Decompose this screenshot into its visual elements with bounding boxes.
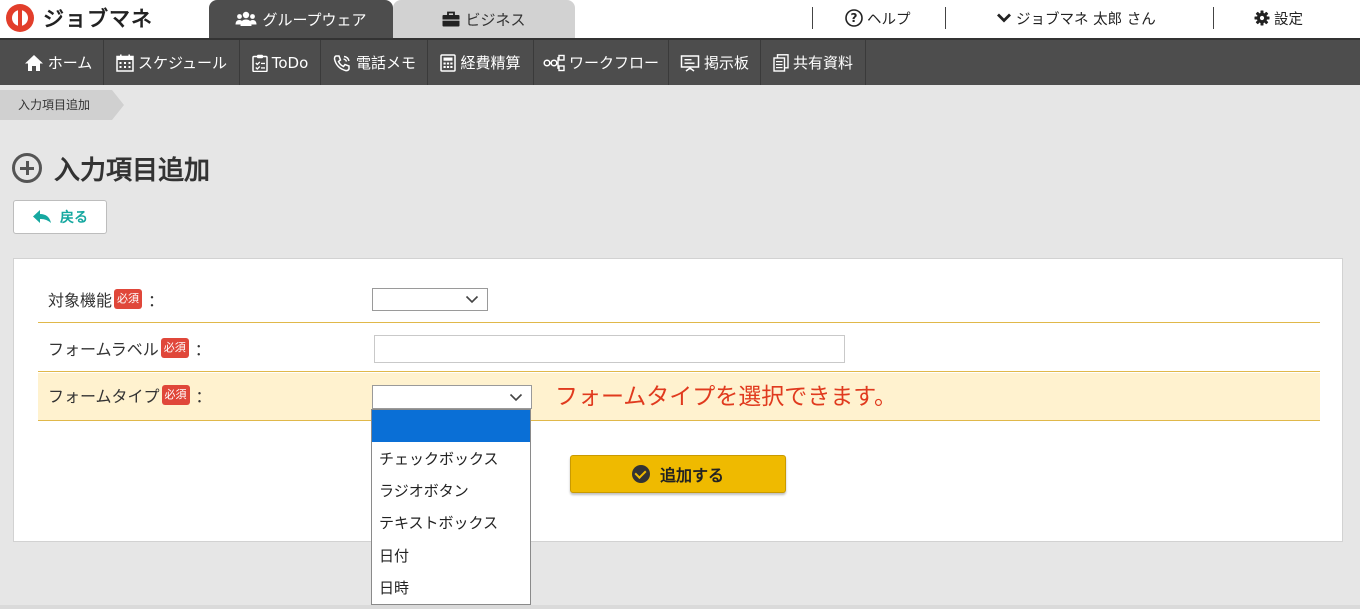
tab-groupware[interactable]: グループウェア xyxy=(209,0,393,38)
svg-text:?: ? xyxy=(851,11,858,25)
required-badge: 必須 xyxy=(160,338,189,358)
form-type-select[interactable] xyxy=(372,385,532,409)
nav-item-label: 電話メモ xyxy=(355,54,416,72)
breadcrumb: 入力項目追加 xyxy=(0,90,124,120)
plus-circle-icon xyxy=(12,153,42,183)
clipboard-icon xyxy=(251,54,268,72)
nav-item-label: 経費精算 xyxy=(460,54,521,72)
colon: ： xyxy=(194,340,211,359)
header-divider xyxy=(812,7,813,29)
form-panel: 対象機能 必須 ： フォームラベル 必須 ： フォームタイプ 必須 ： フォーム… xyxy=(13,258,1343,542)
help-link[interactable]: ? ヘルプ xyxy=(845,0,911,36)
settings-label: 設定 xyxy=(1274,11,1303,28)
phone-icon xyxy=(333,54,350,71)
target-function-select[interactable] xyxy=(372,288,488,311)
nav-item-label: ToDo xyxy=(271,53,309,72)
form-label-input[interactable] xyxy=(374,335,845,363)
field-label-text: フォームラベル xyxy=(48,340,159,359)
nav-item-shared-docs[interactable]: 共有資料 xyxy=(761,40,866,85)
add-button-label: 追加する xyxy=(659,466,724,485)
form-row-form-label: フォームラベル 必須 ： xyxy=(38,324,1320,372)
field-label: フォームラベル 必須 ： xyxy=(48,324,211,372)
documents-icon xyxy=(773,53,789,72)
help-label: ヘルプ xyxy=(867,11,911,28)
user-menu[interactable]: ジョブマネ 太郎 さん xyxy=(996,0,1156,36)
page-title: 入力項目追加 xyxy=(54,155,211,186)
chevron-down-icon xyxy=(997,13,1011,23)
logo-mark-icon xyxy=(6,4,34,32)
back-arrow-icon xyxy=(33,210,51,223)
add-button[interactable]: 追加する xyxy=(570,455,786,493)
tab-business[interactable]: ビジネス xyxy=(393,0,575,38)
field-label-text: 対象機能 xyxy=(48,291,113,310)
briefcase-icon xyxy=(442,11,460,27)
page-bottom-edge xyxy=(0,605,1360,609)
form-row-form-type: フォームタイプ 必須 ： フォームタイプを選択できます。 xyxy=(38,373,1320,421)
nav-item-phone-memo[interactable]: 電話メモ xyxy=(321,40,428,85)
page-heading: 入力項目追加 xyxy=(12,150,210,186)
nav-item-label: スケジュール xyxy=(138,54,227,72)
dropdown-option-checkbox[interactable]: チェックボックス xyxy=(372,442,530,474)
header-divider xyxy=(1213,7,1214,29)
nav-item-label: 掲示板 xyxy=(703,54,749,72)
field-label: 対象機能 必須 ： xyxy=(48,275,164,323)
required-badge: 必須 xyxy=(161,385,190,405)
chevron-down-icon xyxy=(465,295,479,304)
field-label: フォームタイプ 必須 ： xyxy=(48,373,212,417)
calendar-icon xyxy=(116,54,134,72)
dropdown-option-textbox[interactable]: テキストボックス xyxy=(372,507,530,539)
users-icon xyxy=(235,11,257,26)
nav-item-label: ワークフロー xyxy=(568,54,659,72)
nav-item-workflow[interactable]: ワークフロー xyxy=(534,40,669,85)
nav-item-label: ホーム xyxy=(47,54,93,72)
home-icon xyxy=(24,54,43,71)
calculator-icon xyxy=(440,53,457,72)
chevron-down-icon xyxy=(509,393,523,401)
main-nav: ホーム スケジュール ToDo 電話メモ 経費精算 ワークフロー 掲示板 共有資… xyxy=(0,38,1360,85)
header-divider xyxy=(945,7,946,29)
nav-item-schedule[interactable]: スケジュール xyxy=(104,40,240,85)
board-icon xyxy=(680,54,700,72)
nav-item-todo[interactable]: ToDo xyxy=(240,40,321,85)
form-type-hint: フォームタイプを選択できます。 xyxy=(555,384,898,410)
field-label-text: フォームタイプ xyxy=(48,387,160,406)
app-logo[interactable]: ジョブマネ xyxy=(6,3,153,33)
nav-item-expenses[interactable]: 経費精算 xyxy=(428,40,534,85)
logo-text: ジョブマネ xyxy=(43,7,153,31)
required-badge: 必須 xyxy=(114,289,143,309)
colon: ： xyxy=(148,291,165,310)
colon: ： xyxy=(195,387,212,406)
nav-item-home[interactable]: ホーム xyxy=(13,40,104,85)
check-circle-icon xyxy=(631,465,650,483)
top-bar: ジョブマネ グループウェア ビジネス ? ヘルプ ジョブマネ 太郎 さん 設定 xyxy=(0,0,1360,38)
workflow-icon xyxy=(543,54,565,71)
settings-link[interactable]: 設定 xyxy=(1254,0,1303,36)
help-icon: ? xyxy=(845,9,863,27)
form-row-target-function: 対象機能 必須 ： xyxy=(38,275,1320,323)
dropdown-option-radio[interactable]: ラジオボタン xyxy=(372,474,530,506)
back-button[interactable]: 戻る xyxy=(13,200,107,234)
back-button-label: 戻る xyxy=(60,210,88,226)
nav-item-label: 共有資料 xyxy=(792,54,853,72)
user-name: ジョブマネ 太郎 さん xyxy=(1016,11,1156,28)
dropdown-option-date[interactable]: 日付 xyxy=(372,539,530,571)
gear-icon xyxy=(1254,10,1270,26)
nav-item-board[interactable]: 掲示板 xyxy=(669,40,761,85)
dropdown-option-datetime[interactable]: 日時 xyxy=(372,571,530,603)
tab-business-label: ビジネス xyxy=(465,10,526,29)
dropdown-option-blank[interactable] xyxy=(372,410,530,442)
tab-groupware-label: グループウェア xyxy=(262,10,367,29)
form-type-dropdown: チェックボックス ラジオボタン テキストボックス 日付 日時 xyxy=(371,409,531,605)
